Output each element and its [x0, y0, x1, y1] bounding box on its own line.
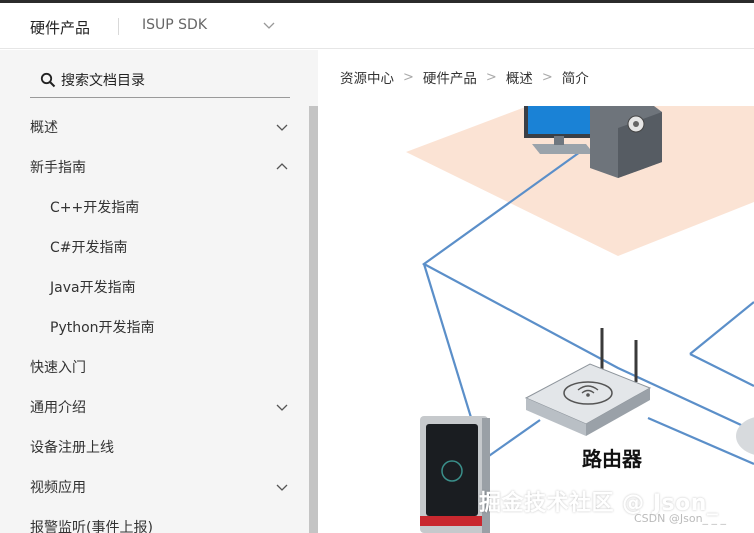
network-link [485, 419, 541, 459]
network-architecture-diagram: 路由器 [318, 106, 754, 533]
sidebar-item-video-apps[interactable]: 视频应用 [0, 467, 305, 507]
breadcrumb-intro: 简介 [561, 71, 589, 87]
sidebar-item-label: Java开发指南 [50, 280, 136, 296]
sidebar-item-getting-started[interactable]: 新手指南 [0, 147, 305, 187]
network-link [689, 301, 754, 355]
sidebar-item-label: 通用介绍 [30, 400, 86, 416]
search-input[interactable]: 搜索文档目录 [30, 66, 290, 98]
sidebar-item-general-intro[interactable]: 通用介绍 [0, 387, 305, 427]
network-link [689, 353, 754, 387]
sidebar-item-label: Python开发指南 [50, 320, 155, 336]
sidebar-item-java-guide[interactable]: Java开发指南 [0, 267, 305, 307]
sdk-selector[interactable]: ISUP SDK [142, 17, 207, 33]
sidebar-item-device-registration[interactable]: 设备注册上线 [0, 427, 305, 467]
sidebar-item-alarm-listen[interactable]: 报警监听(事件上报) [0, 507, 305, 533]
product-menu[interactable]: 硬件产品 [30, 17, 90, 38]
breadcrumb: 资源中心 > 硬件产品 > 概述 > 简介 [340, 67, 589, 89]
chevron-right-icon: > [485, 69, 497, 85]
breadcrumb-resource-center[interactable]: 资源中心 [340, 67, 394, 87]
sidebar-item-label: 设备注册上线 [30, 440, 114, 456]
sidebar-item-label: 快速入门 [30, 360, 86, 376]
chevron-down-icon[interactable] [275, 480, 289, 494]
header-divider [118, 18, 119, 35]
sidebar-item-csharp-guide[interactable]: C#开发指南 [0, 227, 305, 267]
sidebar-item-label: 视频应用 [30, 480, 86, 496]
breadcrumb-overview[interactable]: 概述 [506, 67, 533, 87]
sidebar-item-label: C#开发指南 [50, 240, 128, 256]
sidebar: 搜索文档目录 概述 新手指南 C++开发指南 C#开发指南 Java开发指南 P… [0, 50, 318, 533]
network-link [422, 263, 475, 425]
camera-icon [736, 417, 754, 455]
router-label: 路由器 [582, 447, 643, 471]
sidebar-item-label: 新手指南 [30, 160, 86, 176]
sidebar-item-label: 概述 [30, 120, 58, 136]
router-icon [524, 328, 652, 436]
sidebar-scrollbar[interactable] [309, 106, 318, 533]
search-icon [40, 72, 56, 88]
chevron-down-icon[interactable] [275, 400, 289, 414]
chevron-down-icon[interactable] [262, 18, 276, 32]
diagram-canvas: 路由器 [406, 106, 754, 533]
sidebar-item-label: C++开发指南 [50, 200, 140, 216]
search-placeholder: 搜索文档目录 [61, 73, 145, 89]
sidebar-item-overview[interactable]: 概述 [0, 107, 305, 147]
chevron-up-icon[interactable] [275, 160, 289, 174]
chevron-down-icon[interactable] [275, 120, 289, 134]
sidebar-item-quick-start[interactable]: 快速入门 [0, 347, 305, 387]
sidebar-item-python-guide[interactable]: Python开发指南 [0, 307, 305, 347]
top-header: 硬件产品 ISUP SDK [0, 3, 754, 49]
chevron-right-icon: > [541, 69, 553, 85]
chevron-right-icon: > [403, 69, 414, 85]
watermark-small: CSDN @Json_ _ _ [634, 512, 727, 525]
sidebar-item-label: 报警监听(事件上报) [30, 520, 153, 533]
sidebar-item-cpp-guide[interactable]: C++开发指南 [0, 187, 305, 227]
breadcrumb-hardware-products[interactable]: 硬件产品 [423, 67, 477, 87]
